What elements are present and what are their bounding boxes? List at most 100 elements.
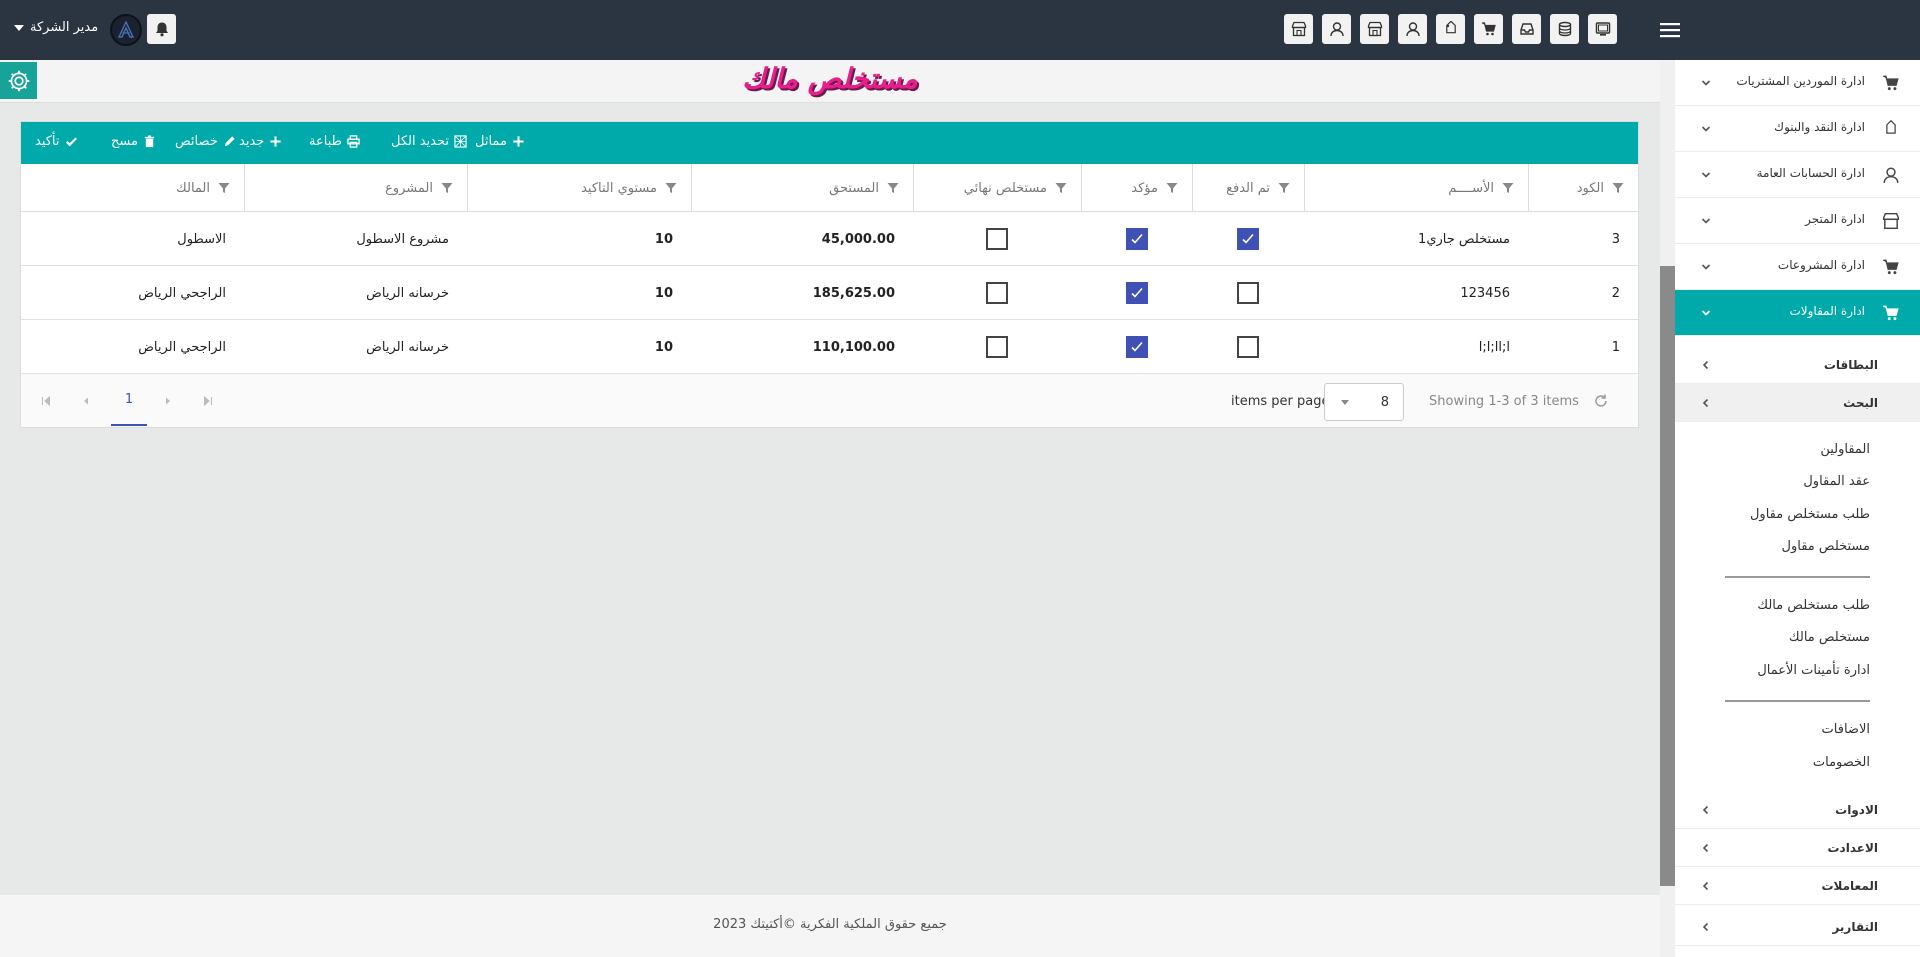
cart-icon[interactable] [1474, 14, 1503, 44]
chevron-down-icon [1701, 126, 1711, 132]
column-header-name[interactable]: الأســــم [1304, 164, 1528, 212]
page-number[interactable]: 1 [111, 390, 147, 426]
pagination-bar: 1 items per page 8 Showing 1-3 of 3 item… [21, 374, 1638, 427]
print-button[interactable]: طباعة [309, 134, 360, 149]
hamburger-menu-icon[interactable] [1656, 17, 1684, 43]
properties-button[interactable]: خصائص [175, 134, 236, 149]
database-icon[interactable] [1550, 14, 1579, 44]
table-row[interactable]: 2 123456 185,625.00 10 خرسانه الرياض الر… [21, 266, 1638, 320]
sidebar-item-projects[interactable]: ادارة المشروعات [1675, 244, 1920, 290]
filter-icon [1278, 183, 1290, 193]
table-row[interactable]: 1 l;l;ll;l 110,100.00 10 خرسانه الرياض ا… [21, 320, 1638, 374]
sidebar-item-general-accounts[interactable]: ادارة الحسابات العامة [1675, 152, 1920, 198]
column-header-final[interactable]: مستخلص نهائي [913, 164, 1081, 212]
properties-label: خصائص [175, 134, 218, 149]
inbox-icon[interactable] [1512, 14, 1541, 44]
cell-name: l;l;ll;l [1478, 339, 1510, 355]
settings-gear-button[interactable] [0, 62, 37, 99]
select-all-label: تحديد الكل [391, 134, 450, 149]
sidebar-link-deductions[interactable]: الخصومات [1813, 755, 1870, 770]
column-header-paid[interactable]: تم الدفع [1192, 164, 1304, 212]
sidebar-sub-reports[interactable]: التقارير [1675, 908, 1920, 946]
user-menu-dropdown[interactable]: مدير الشركة [14, 20, 98, 35]
sidebar-item-store[interactable]: ادارة المتجر [1675, 198, 1920, 244]
column-header-project[interactable]: المشروع [244, 164, 467, 212]
column-header-confirmed[interactable]: مؤكد [1081, 164, 1192, 212]
paid-checkbox[interactable] [1237, 228, 1259, 250]
sidebar-item-contracting[interactable]: ادارة المقاولات [1675, 290, 1920, 336]
new-button[interactable]: جديد [239, 134, 282, 149]
sidebar-item-suppliers-purchases[interactable]: ادارة الموردين المشتريات [1675, 60, 1920, 106]
store-icon [1882, 212, 1900, 230]
tag-icon[interactable] [1436, 14, 1465, 44]
final-checkbox[interactable] [986, 228, 1008, 250]
items-per-page-select[interactable]: 8 [1324, 383, 1404, 421]
sidebar-sub-settings[interactable]: الاعدادت [1675, 829, 1920, 867]
trash-icon [144, 135, 155, 148]
table-row[interactable]: 3 مستخلص جاري1 45,000.00 10 مشروع الاسطو… [21, 212, 1638, 266]
column-header-code[interactable]: الكود [1528, 164, 1638, 212]
notifications-bell-icon[interactable] [147, 14, 176, 44]
final-checkbox[interactable] [986, 282, 1008, 304]
confirmed-checkbox[interactable] [1125, 336, 1148, 358]
first-page-icon[interactable] [41, 396, 51, 406]
confirm-button[interactable]: تأكيد [35, 134, 78, 149]
sidebar-item-cash-banks[interactable]: ادارة النقد والبنوك [1675, 106, 1920, 152]
similar-label: مماثل [475, 134, 507, 149]
scrollbar-thumb[interactable] [1660, 266, 1675, 886]
cell-owner: الراجحي الرياض [138, 285, 226, 301]
refresh-icon[interactable] [1593, 393, 1609, 409]
delete-button[interactable]: مسح [111, 134, 156, 149]
user-icon[interactable] [1322, 14, 1351, 44]
confirmed-checkbox[interactable] [1125, 282, 1148, 304]
user-name: مدير الشركة [30, 20, 99, 35]
sidebar-sub-cards[interactable]: البطاقات [1675, 346, 1920, 384]
chevron-left-icon [1702, 805, 1709, 815]
plus-icon [270, 136, 281, 147]
next-page-icon[interactable] [163, 396, 173, 406]
sidebar-link-works-insurance[interactable]: ادارة تأمينات الأعمال [1757, 663, 1870, 678]
paid-checkbox[interactable] [1237, 282, 1259, 304]
select-all-button[interactable]: تحديد الكل [391, 134, 467, 149]
final-checkbox[interactable] [986, 336, 1008, 358]
sidebar-sub-search[interactable]: البحث [1675, 384, 1920, 422]
sidebar-link-contractors[interactable]: المقاولين [1820, 442, 1870, 457]
similar-button[interactable]: مماثل [475, 134, 525, 149]
sidebar-link-owner-claim-request[interactable]: طلب مستخلص مالك [1757, 598, 1870, 613]
top-bar: مدير الشركة [0, 0, 1920, 60]
confirmed-checkbox[interactable] [1125, 228, 1148, 250]
cell-code: 1 [1611, 339, 1620, 355]
check-icon [1242, 233, 1254, 244]
items-per-page-value: 8 [1380, 394, 1389, 410]
tag-icon [1886, 120, 1896, 134]
chevron-left-icon [1702, 360, 1709, 370]
filter-icon [1502, 183, 1514, 193]
sidebar-link-additions[interactable]: الاضافات [1822, 722, 1870, 737]
chevron-left-icon [1702, 922, 1709, 932]
chevron-left-icon [1702, 843, 1709, 853]
sidebar-link-owner-claim[interactable]: مستخلص مالك [1789, 630, 1870, 645]
avatar[interactable] [110, 14, 142, 46]
cell-level: 10 [654, 285, 673, 301]
filter-icon [1055, 183, 1067, 193]
sidebar-sub-tools[interactable]: الادوات [1675, 791, 1920, 829]
sidebar-link-contractor-contract[interactable]: عقد المقاول [1803, 474, 1870, 489]
cart-icon [1883, 305, 1899, 321]
sidebar-sub-transactions[interactable]: المعاملات [1675, 867, 1920, 905]
store-icon[interactable] [1284, 14, 1313, 44]
user-icon[interactable] [1398, 14, 1427, 44]
paid-checkbox[interactable] [1237, 336, 1259, 358]
store-icon[interactable] [1360, 14, 1389, 44]
sidebar-link-contractor-claim[interactable]: مستخلص مقاول [1782, 539, 1870, 554]
monitor-icon[interactable] [1588, 14, 1617, 44]
column-header-owner[interactable]: المالك [21, 164, 244, 212]
check-icon [1130, 233, 1143, 244]
last-page-icon[interactable] [203, 396, 213, 406]
prev-page-icon[interactable] [81, 396, 91, 406]
divider [1725, 700, 1870, 702]
copyright-text: جميع حقوق الملكية الفكرية ©أكتيتك 2023 [713, 917, 947, 932]
sidebar: ادارة الموردين المشتريات ادارة النقد وال… [1675, 60, 1920, 957]
column-header-level[interactable]: مستوي التاكيد [467, 164, 691, 212]
column-header-due[interactable]: المستحق [691, 164, 913, 212]
sidebar-link-contractor-claim-request[interactable]: طلب مستخلص مقاول [1750, 507, 1870, 522]
